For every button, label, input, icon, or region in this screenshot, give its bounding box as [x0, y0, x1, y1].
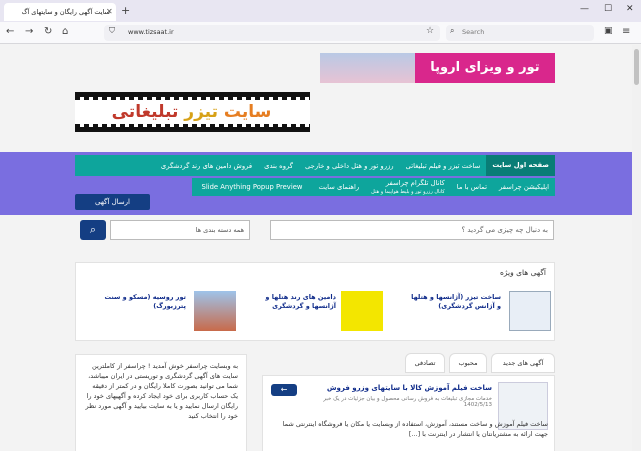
menu-item-contact[interactable]: تماس با ما: [451, 183, 493, 191]
menu-row-primary: صفحه اول سایت ساخت تیزر و فیلم تبلیغاتی …: [75, 155, 555, 176]
search-button[interactable]: ⌕: [80, 220, 106, 240]
minimize-button[interactable]: —: [580, 4, 589, 14]
post-card[interactable]: ← ساخت فیلم آموزش کالا با سایتهای وزرو ف…: [262, 375, 555, 451]
shield-icon[interactable]: ⛉: [109, 26, 115, 36]
menu-item-booking[interactable]: رزرو تور و هتل داخلی و خارجی: [299, 162, 400, 170]
post-meta: خدمات مجازی تبلیغات به فروش رسانی محصول …: [323, 396, 492, 408]
featured-item-text: ساخت تیزر (آژانسها و هتلها و آژانس گردشگ…: [411, 293, 501, 310]
menu-item-home[interactable]: صفحه اول سایت: [486, 155, 555, 176]
back-icon[interactable]: ←: [6, 26, 14, 37]
menu-item-slide-preview[interactable]: Slide Anything Popup Preview: [196, 183, 309, 191]
new-tab-button[interactable]: +: [121, 4, 130, 17]
forward-icon[interactable]: →: [25, 26, 33, 37]
film-strip-top: [75, 97, 310, 100]
scrollbar[interactable]: [632, 45, 641, 451]
featured-item-text: تور روسیه (مسکو و سنت پترزبورگ): [104, 293, 186, 310]
browser-tab-bar: سایت آگهی رایگان و سایتهای آگ ✕ + — ☐ ✕: [0, 0, 641, 22]
tab-new-ads[interactable]: آگهی های جدید: [491, 353, 555, 373]
close-tab-icon[interactable]: ✕: [106, 3, 113, 21]
featured-image: [341, 291, 383, 331]
menu-item-app[interactable]: اپلیکیشن چراسفر: [493, 183, 555, 191]
close-window-button[interactable]: ✕: [626, 4, 634, 14]
search-icon: ⌕: [450, 26, 455, 35]
browser-tab-title: سایت آگهی رایگان و سایتهای آگ: [21, 8, 110, 16]
banner-ad-text: تور و ویزای اروپا: [415, 53, 555, 83]
site-logo[interactable]: سایت تیزر تبلیغاتی: [75, 92, 310, 132]
web-page: تور و ویزای اروپا سایت تیزر تبلیغاتی صفح…: [0, 45, 632, 451]
menu-item-teaser[interactable]: ساخت تیزر و فیلم تبلیغاتی: [400, 162, 487, 170]
arrow-left-icon[interactable]: ←: [271, 384, 297, 396]
address-bar[interactable]: ⛉ www.tizsaat.ir ☆: [104, 25, 440, 41]
banner-skyline-image: [320, 53, 415, 83]
send-ad-button[interactable]: ارسال آگهی: [75, 194, 150, 210]
tab-popular[interactable]: محبوب: [449, 353, 487, 373]
featured-ads: آگهی های ویژه ساخت تیزر (آژانسها و هتلها…: [75, 262, 555, 341]
pocket-icon[interactable]: ▣: [604, 26, 613, 36]
scrollbar-thumb[interactable]: [634, 49, 639, 85]
menu-item-guide[interactable]: راهنمای سایت: [313, 183, 366, 191]
post-excerpt: ساخت فیلم آموزش و ساخت مستند، آموزش، است…: [282, 420, 548, 438]
featured-image: [194, 291, 236, 331]
featured-title: آگهی های ویژه: [499, 268, 546, 277]
bookmark-star-icon[interactable]: ☆: [426, 26, 434, 36]
featured-image: [509, 291, 551, 331]
listing-tabs: آگهی های جدید محبوب تصادفی: [262, 353, 555, 375]
menu-row-slide: Slide Anything Popup Preview: [192, 178, 312, 196]
browser-search-bar[interactable]: ⌕ Search: [446, 25, 594, 41]
featured-item[interactable]: دامین های رند هتلها و آژانسها و گردشگری: [241, 291, 391, 335]
browser-tab[interactable]: سایت آگهی رایگان و سایتهای آگ ✕: [4, 3, 116, 21]
film-strip-bottom: [75, 124, 310, 127]
featured-item-text: دامین های رند هتلها و آژانسها و گردشگری: [265, 293, 336, 310]
site-search: ⌕ همه دسته بندی ها به دنبال چه چیزی می گ…: [80, 220, 554, 242]
reload-icon[interactable]: ↻: [44, 26, 52, 37]
url-text: www.tizsaat.ir: [128, 28, 174, 36]
logo-text: سایت تیزر تبلیغاتی: [111, 102, 272, 122]
featured-item[interactable]: تور روسیه (مسکو و سنت پترزبورگ): [86, 291, 236, 335]
search-input[interactable]: به دنبال چه چیزی می گردید ؟: [270, 220, 554, 240]
category-select[interactable]: همه دسته بندی ها: [110, 220, 250, 240]
menu-item-telegram[interactable]: کانال تلگرام چراسفر کانال رزرو تور و بلیط…: [365, 179, 451, 196]
featured-item[interactable]: ساخت تیزر (آژانسها و هتلها و آژانس گردشگ…: [396, 291, 551, 335]
tab-random[interactable]: تصادفی: [405, 353, 445, 373]
browser-nav-bar: ← → ↻ ⌂ ⛉ www.tizsaat.ir ☆ ⌕ Search ▣ ≡: [0, 22, 641, 44]
menu-item-domains[interactable]: فروش دامین های رند گردشگری: [155, 162, 258, 170]
search-placeholder: Search: [462, 28, 485, 36]
post-title[interactable]: ساخت فیلم آموزش کالا با سایتهای وزرو فرو…: [322, 384, 492, 392]
menu-item-categories[interactable]: گروه بندی: [258, 162, 299, 170]
top-banner-ad[interactable]: تور و ویزای اروپا: [320, 53, 555, 83]
menu-icon[interactable]: ≡: [622, 26, 630, 37]
welcome-box: به وبسایت چراسفر خوش آمدید ! چراسفر از ک…: [75, 354, 247, 451]
home-icon[interactable]: ⌂: [62, 26, 68, 37]
maximize-button[interactable]: ☐: [604, 4, 612, 14]
